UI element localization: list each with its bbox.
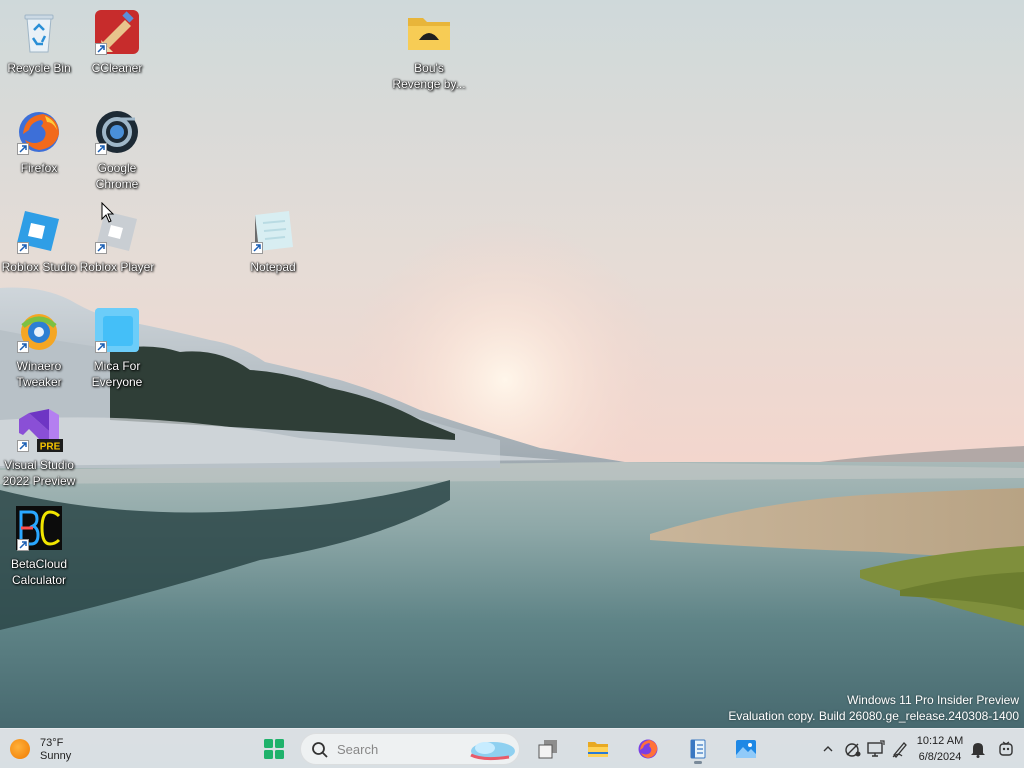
start-icon (264, 739, 284, 759)
clock-date: 6/8/2024 (918, 751, 962, 763)
shortcut-arrow-icon (17, 440, 29, 452)
network-icon[interactable] (843, 739, 863, 759)
desktop-icon-label: Firefox (20, 161, 58, 175)
running-indicator (694, 761, 702, 764)
desktop-icon-roblox-studio[interactable]: Roblox Studio (0, 199, 78, 291)
shortcut-arrow-icon (251, 242, 263, 254)
desktop-icon-mica-for-everyone[interactable]: Mica For Everyone (78, 298, 156, 390)
chevron-up-icon[interactable] (818, 739, 838, 759)
shortcut-arrow-icon (95, 43, 107, 55)
weather-widget[interactable]: 73°F Sunny (8, 735, 88, 763)
notepad-icon (690, 739, 706, 759)
weather-condition: Sunny (40, 750, 72, 762)
desktop-icon-label: Google Chrome (95, 161, 139, 191)
firefox-icon (638, 739, 658, 759)
desktop-icon-notepad[interactable]: Notepad (234, 199, 312, 291)
desktop-icon-betacloud-calculator[interactable]: BetaCloud Calculator (0, 496, 78, 588)
search-placeholder: Search (337, 742, 379, 757)
file-explorer-button[interactable] (580, 733, 616, 765)
desktop-icon-winaero-tweaker[interactable]: Winaero Tweaker (0, 298, 78, 390)
watermark-build: Evaluation copy. Build 26080.ge_release.… (728, 709, 1019, 723)
desktop-icon-label: Recycle Bin (7, 61, 71, 75)
desktop-icon-label: Roblox Studio (1, 260, 77, 274)
desktop-icon-label: Notepad (250, 260, 296, 274)
clock-time: 10:12 AM (916, 735, 964, 747)
photos-icon (736, 740, 756, 758)
desktop-icon-label: Winaero Tweaker (16, 359, 62, 389)
photos-taskbar-button[interactable] (728, 733, 764, 765)
desktop-icon-recycle-bin[interactable]: Recycle Bin (0, 0, 78, 92)
desktop-icon-visual-studio-2022-preview[interactable]: PRE Visual Studio 2022 Preview (0, 397, 78, 489)
desktop-icon-roblox-player[interactable]: Roblox Player (78, 199, 156, 291)
folder-icon (405, 8, 453, 56)
firefox-taskbar-button[interactable] (630, 733, 666, 765)
shortcut-arrow-icon (17, 242, 29, 254)
start-button[interactable] (256, 733, 292, 765)
shortcut-arrow-icon (95, 242, 107, 254)
notification-bell-icon[interactable] (968, 739, 988, 759)
desktop-icon-label: Bou's Revenge by... (392, 61, 466, 91)
desktop-icon-label: Roblox Player (79, 260, 155, 274)
desktop-icon-label: BetaCloud Calculator (10, 557, 68, 587)
sun-icon (10, 739, 30, 759)
mouse-cursor-icon (101, 202, 115, 223)
shortcut-arrow-icon (17, 539, 29, 551)
copilot-icon[interactable] (996, 739, 1016, 759)
pen-icon[interactable] (890, 739, 910, 759)
desktop-icon-label: Mica For Everyone (91, 359, 143, 389)
desktop-icon-google-chrome[interactable]: Google Chrome (78, 100, 156, 192)
desktop-icon-ccleaner[interactable]: CCleaner (78, 0, 156, 92)
windows-evaluation-watermark: Windows 11 Pro Insider Preview Evaluatio… (728, 692, 1019, 724)
desktop-icon-label: CCleaner (91, 61, 143, 75)
taskbar: 73°F Sunny Search 10:12 AM 6/8/2024 (0, 728, 1024, 768)
watermark-edition: Windows 11 Pro Insider Preview (847, 693, 1019, 707)
weather-temperature: 73°F (40, 737, 64, 749)
shortcut-arrow-icon (95, 341, 107, 353)
task-view-icon (538, 740, 557, 759)
shortcut-arrow-icon (17, 341, 29, 353)
task-view-button[interactable] (530, 733, 566, 765)
system-clock[interactable]: 10:12 AM 6/8/2024 (912, 733, 968, 765)
recycle-bin-icon (15, 8, 63, 56)
notepad-taskbar-button[interactable] (680, 733, 716, 765)
display-icon[interactable] (866, 739, 886, 759)
shortcut-arrow-icon (17, 143, 29, 155)
file-explorer-icon (588, 742, 608, 757)
svg-text:PRE: PRE (40, 442, 61, 453)
taskbar-search-box[interactable]: Search (300, 733, 520, 765)
search-icon (312, 742, 328, 758)
desktop-icon-bous-revenge-folder[interactable]: Bou's Revenge by... (390, 0, 468, 92)
shortcut-arrow-icon (95, 143, 107, 155)
desktop-icon-label: Visual Studio 2022 Preview (2, 458, 76, 488)
desktop-icon-firefox[interactable]: Firefox (0, 100, 78, 192)
search-highlight-illustration-icon (470, 742, 515, 761)
